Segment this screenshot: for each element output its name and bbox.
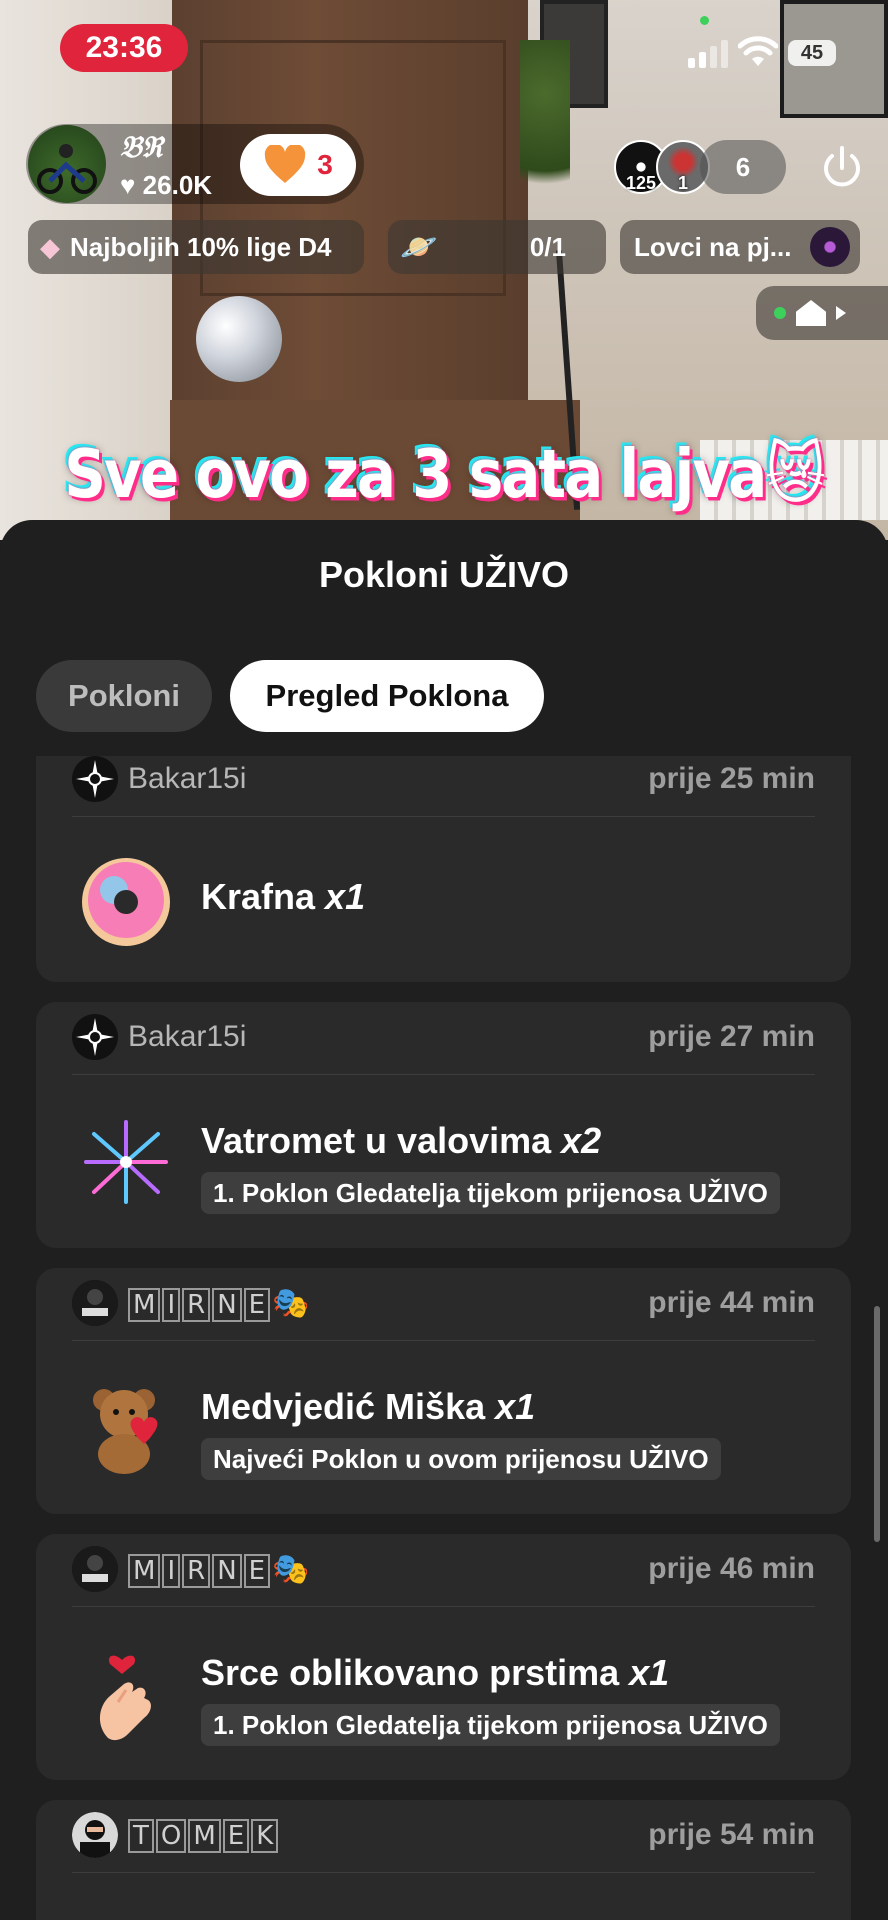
sender-name: Bakar15i xyxy=(128,762,247,795)
gift-card[interactable]: M I R N E 🎭 prije 44 min Medvjedić Miška x1 N… xyxy=(36,1268,851,1514)
like-count: 3 xyxy=(317,149,333,180)
orange-heart-icon xyxy=(265,145,306,183)
power-icon[interactable] xyxy=(818,144,866,192)
tab-gift-overview[interactable]: Pregled Poklona xyxy=(230,660,544,732)
gift-tag: 1. Poklon Gledatelja tijekom prijenosa U… xyxy=(201,1704,780,1746)
gift-time: prije 25 min xyxy=(648,762,815,795)
cellular-signal-icon xyxy=(688,40,728,68)
sender-avatar[interactable] xyxy=(72,1812,118,1858)
gift-history-list[interactable]: Bakar15i prije 25 min Krafna x1 Bakar15i… xyxy=(0,756,888,1920)
sender-avatar[interactable] xyxy=(72,1014,118,1060)
gift-name: Vatromet u valovima x2 xyxy=(201,1120,602,1161)
disco-ball xyxy=(196,296,282,382)
sender-name: Bakar15i xyxy=(128,1020,247,1053)
live-tools-pill[interactable] xyxy=(756,286,888,340)
scrollbar[interactable] xyxy=(874,1306,880,1542)
sheet-title: Pokloni UŽIVO xyxy=(318,554,569,595)
sender-name: M I R N E 🎭 xyxy=(128,1552,309,1588)
gift-card[interactable]: TOMEK prije 54 min xyxy=(36,1800,851,1920)
fireworks-icon xyxy=(84,1120,168,1204)
teddy-bear-icon xyxy=(93,1389,158,1474)
planet-icon: 🪐 xyxy=(400,230,438,264)
battery-icon: 45 xyxy=(788,40,836,66)
gift-time: prije 27 min xyxy=(648,1020,815,1053)
viewer-count[interactable]: 6 xyxy=(700,140,786,194)
like-button[interactable]: 3 xyxy=(240,134,356,196)
gift-card[interactable]: Bakar15i prije 25 min Krafna x1 xyxy=(36,756,851,982)
gift-time: prije 44 min xyxy=(648,1286,815,1319)
finger-heart-icon xyxy=(99,1655,151,1741)
diamond-icon: ◆ xyxy=(40,231,60,262)
wifi-icon xyxy=(738,36,778,66)
home-icon xyxy=(796,300,826,326)
planet-goal-badge[interactable]: 🪐 0/1 xyxy=(388,220,606,274)
top-viewers[interactable]: 125 1 xyxy=(614,140,714,194)
camera-indicator-icon xyxy=(700,16,709,25)
donut-icon xyxy=(82,858,170,946)
sender-name: M I R N E 🎭 xyxy=(128,1286,309,1322)
video-caption: Sve ovo za 3 sata lajva😿 xyxy=(64,434,825,514)
league-rank-badge[interactable]: ◆ Najboljih 10% lige D4 xyxy=(28,220,364,274)
heart-icon: ♥ xyxy=(120,170,136,200)
theater-masks-icon: 🎭 xyxy=(272,1287,310,1320)
host-avatar[interactable] xyxy=(28,125,106,203)
gift-tag: Najveći Poklon u ovom prijenosu UŽIVO xyxy=(201,1438,721,1480)
sender-avatar[interactable] xyxy=(72,756,118,802)
sender-name: TOMEK xyxy=(128,1818,280,1853)
play-icon xyxy=(836,306,846,320)
vinyl-icon xyxy=(810,227,850,267)
gift-time: prije 54 min xyxy=(648,1818,815,1851)
gifts-sheet: Pokloni UŽIVO Pokloni Pregled Poklona Ba… xyxy=(0,520,888,1920)
gift-time: prije 46 min xyxy=(648,1552,815,1585)
green-dot-icon xyxy=(774,307,786,319)
host-likes: ♥ 26.0K xyxy=(120,170,213,200)
gift-card[interactable]: M I R N E 🎭 prije 46 min Srce oblikovano prst… xyxy=(36,1534,851,1780)
status-time: 23:36 xyxy=(60,24,188,72)
hunters-badge[interactable]: Lovci na pj... xyxy=(620,220,860,274)
host-name: 𝔅ℜ xyxy=(120,130,163,165)
tab-gifts[interactable]: Pokloni xyxy=(36,660,212,732)
sender-avatar[interactable] xyxy=(72,1546,118,1592)
gift-card[interactable]: Bakar15i prije 27 min Vatromet u valovim… xyxy=(36,1002,851,1248)
gift-tag: 1. Poklon Gledatelja tijekom prijenosa U… xyxy=(201,1172,780,1214)
gift-name: Medvjedić Miška x1 xyxy=(201,1386,536,1427)
sender-avatar[interactable] xyxy=(72,1280,118,1326)
gift-name: Srce oblikovano prstima x1 xyxy=(201,1652,670,1693)
gift-name: Krafna x1 xyxy=(201,876,366,917)
theater-masks-icon: 🎭 xyxy=(272,1553,310,1586)
